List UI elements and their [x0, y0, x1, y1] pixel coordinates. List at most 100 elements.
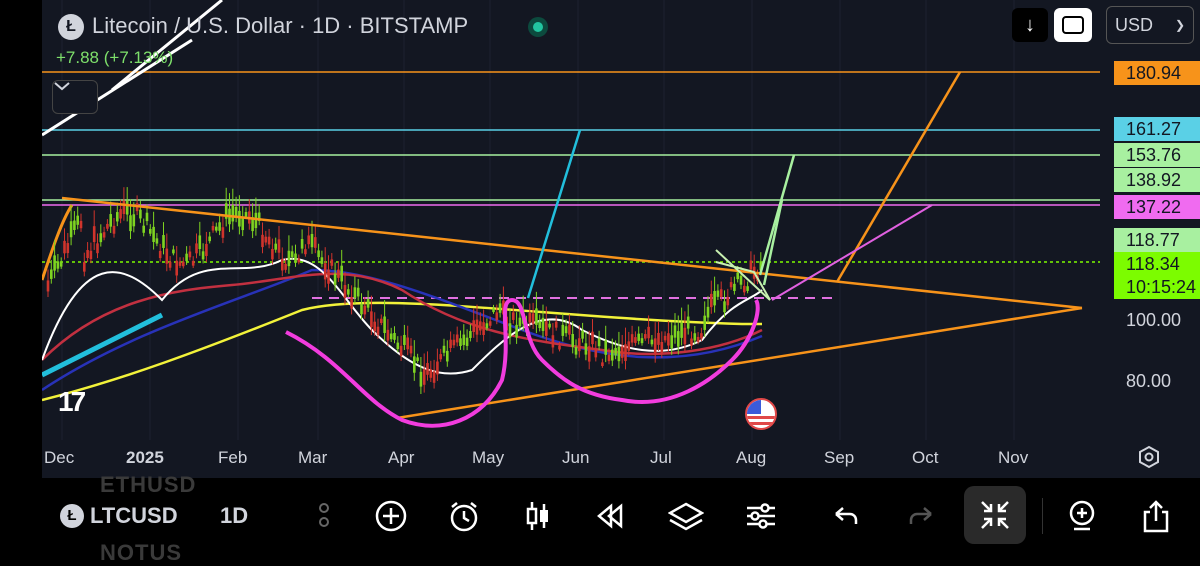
candle-body — [337, 269, 340, 278]
candle-body — [353, 287, 357, 299]
candle-body — [723, 301, 726, 313]
more-icon[interactable] — [300, 492, 348, 540]
candle-body — [686, 316, 690, 329]
candle-body — [495, 312, 499, 321]
candle-body — [122, 200, 126, 215]
time-axis-label: Oct — [912, 448, 939, 467]
candle-body — [693, 333, 697, 341]
candle-body — [617, 346, 621, 362]
fullscreen-icon[interactable] — [1054, 8, 1092, 42]
candle-body — [614, 347, 617, 356]
candle-body — [515, 324, 518, 338]
replay-icon[interactable] — [587, 492, 635, 540]
candle-body — [640, 338, 644, 344]
candle-body — [653, 338, 657, 355]
candle-body — [620, 346, 624, 358]
chevron-down-icon — [54, 82, 70, 91]
candle-body — [297, 258, 301, 263]
candle-body — [366, 299, 370, 308]
time-axis-label: Feb — [218, 448, 248, 467]
interval-button[interactable]: 1D — [220, 503, 248, 529]
candle-body — [274, 243, 277, 250]
currency-select[interactable]: USD ❯ — [1106, 6, 1194, 44]
candle-body — [264, 236, 268, 243]
layers-icon[interactable] — [662, 492, 710, 540]
redo-icon[interactable] — [897, 492, 945, 540]
candle-body — [386, 329, 390, 341]
adjust-icon[interactable] — [737, 492, 785, 540]
alert-icon[interactable] — [440, 492, 488, 540]
candle-body — [205, 243, 208, 256]
candle-body — [175, 260, 178, 276]
candle-body — [129, 215, 132, 232]
divider — [1042, 498, 1043, 534]
candle-body — [429, 369, 433, 378]
candle-body — [677, 331, 680, 347]
candle-body — [310, 233, 314, 248]
candle-body — [125, 200, 129, 215]
add-indicator-icon[interactable] — [1058, 492, 1106, 540]
candle-body — [667, 333, 670, 346]
candle-body — [261, 234, 264, 248]
candle-body — [188, 251, 192, 258]
candle-body — [314, 237, 317, 248]
undo-icon[interactable] — [822, 492, 870, 540]
candles-icon[interactable] — [514, 492, 562, 540]
tradingview-logo: 17 — [58, 386, 86, 417]
candle-body — [59, 261, 63, 267]
candle-body — [106, 223, 109, 229]
time-axis-label: Aug — [736, 448, 767, 467]
candle-body — [139, 209, 142, 219]
settings-icon[interactable] — [1136, 444, 1162, 470]
candle-body — [736, 272, 739, 280]
time-axis-label: 2025 — [126, 448, 164, 467]
candle-body — [700, 333, 703, 339]
candle-body — [102, 232, 106, 238]
collapse-icon[interactable] — [964, 486, 1026, 544]
news-flag-icon[interactable] — [745, 398, 777, 430]
candle-body — [195, 243, 198, 254]
share-icon[interactable] — [1132, 492, 1180, 540]
triangle-upper — [61, 196, 1083, 310]
candle-body — [630, 334, 634, 343]
candle-body — [165, 248, 169, 264]
symbol-label: LTCUSD — [90, 503, 178, 528]
candle-body — [739, 275, 743, 285]
candle-body — [452, 339, 456, 346]
candle-body — [568, 324, 571, 335]
candle-body — [360, 303, 363, 315]
candle-body — [333, 273, 337, 286]
add-icon[interactable] — [367, 492, 415, 540]
chart-canvas[interactable] — [42, 0, 1200, 478]
time-axis-label: Jun — [562, 448, 590, 467]
candle-body — [76, 215, 79, 225]
symbol-title[interactable]: Litecoin / U.S. Dollar · 1D · BITSTAMP — [92, 13, 468, 39]
candle-body — [611, 349, 614, 361]
candle-body — [373, 321, 376, 332]
candle-body — [409, 345, 413, 354]
candle-body — [63, 240, 66, 254]
candle-body — [356, 287, 360, 297]
candle-body — [439, 354, 442, 360]
time-axis-label: Sep — [824, 448, 855, 467]
candle-body — [472, 320, 475, 332]
candle-body — [469, 331, 472, 338]
chart-area[interactable]: Ł Litecoin / U.S. Dollar · 1D · BITSTAMP… — [42, 0, 1200, 478]
candle-body — [152, 226, 155, 242]
download-icon[interactable]: ↓ — [1012, 8, 1048, 42]
collapse-legend-button[interactable] — [52, 80, 98, 114]
candle-body — [350, 296, 353, 309]
candle-body — [584, 343, 588, 355]
candle-body — [290, 251, 294, 258]
candle-body — [518, 317, 522, 327]
candle-body — [446, 350, 449, 362]
candle-body — [168, 261, 172, 268]
candle-body — [323, 263, 327, 280]
candle-body — [459, 338, 462, 347]
time-axis-label: Mar — [298, 448, 328, 467]
candle-body — [574, 347, 578, 355]
candle-body — [254, 212, 258, 229]
candle-body — [746, 286, 749, 291]
symbol-button[interactable]: Ł LTCUSD — [60, 500, 200, 532]
candle-body — [597, 338, 601, 347]
